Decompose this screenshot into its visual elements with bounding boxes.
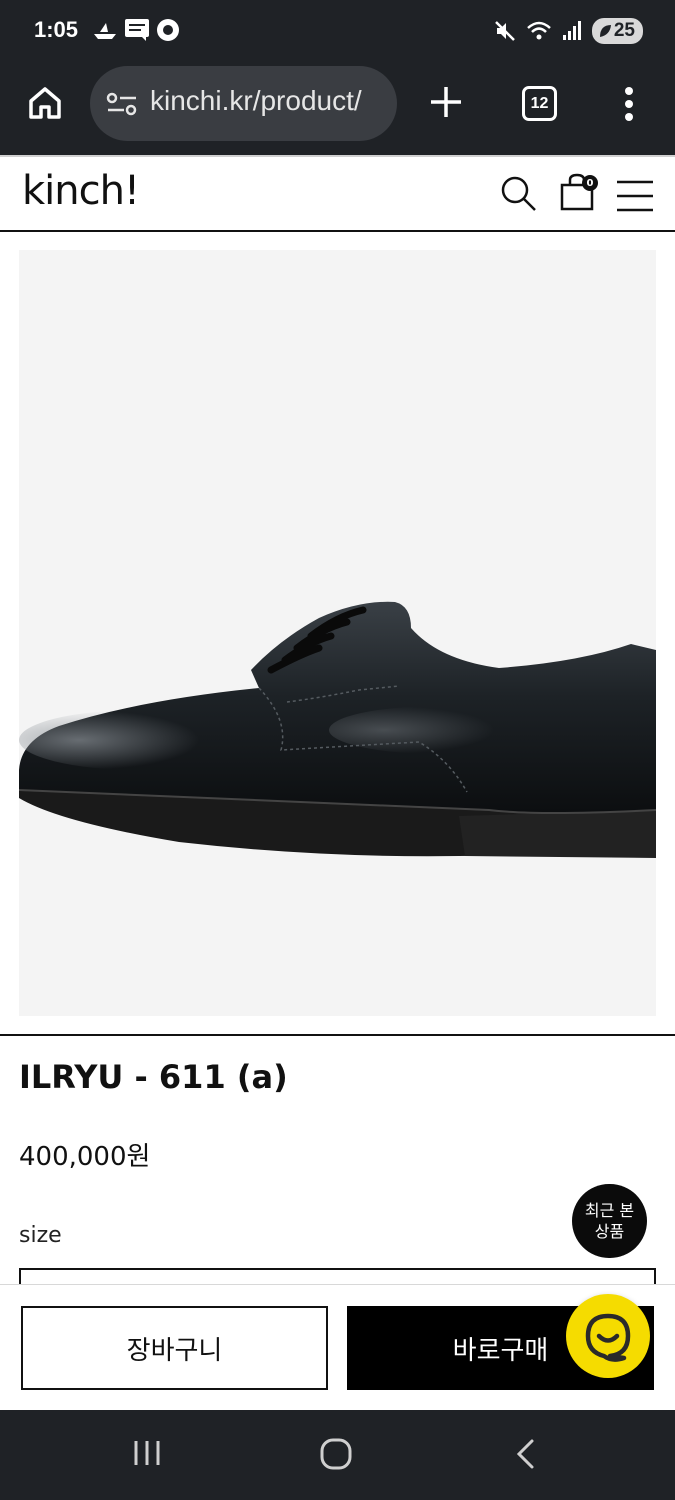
recents-icon[interactable] bbox=[132, 1438, 162, 1468]
signal-icon bbox=[562, 21, 581, 40]
section-divider bbox=[0, 1034, 675, 1036]
product-price: 400,000원 bbox=[19, 1142, 151, 1172]
browser-toolbar: kinchi.kr/product/ 12 bbox=[0, 62, 675, 155]
address-bar[interactable]: kinchi.kr/product/ bbox=[90, 66, 397, 141]
wifi-icon bbox=[527, 21, 551, 40]
menu-icon[interactable] bbox=[616, 179, 654, 213]
battery-level: 25 bbox=[613, 20, 635, 41]
cart-count-badge: 0 bbox=[582, 175, 598, 191]
more-icon[interactable] bbox=[622, 86, 636, 122]
add-to-cart-button[interactable]: 장바구니 bbox=[21, 1306, 328, 1390]
back-icon[interactable] bbox=[514, 1438, 538, 1470]
recent-items-line2: 상품 bbox=[594, 1222, 625, 1241]
chat-icon bbox=[585, 1313, 631, 1362]
shoe-image bbox=[19, 601, 656, 858]
chat-button[interactable] bbox=[566, 1294, 650, 1378]
new-tab-icon[interactable] bbox=[428, 84, 464, 120]
battery-saver-icon bbox=[599, 25, 611, 37]
record-icon bbox=[157, 19, 179, 41]
home-icon[interactable] bbox=[26, 84, 64, 122]
message-icon bbox=[125, 19, 149, 41]
url-text[interactable]: kinchi.kr/product/ bbox=[150, 85, 382, 117]
recent-items-button[interactable]: 최근 본 상품 bbox=[572, 1184, 647, 1258]
tab-count: 12 bbox=[530, 94, 549, 112]
mute-icon bbox=[494, 21, 515, 41]
boat-icon bbox=[94, 23, 116, 39]
home-nav-icon[interactable] bbox=[320, 1438, 352, 1470]
status-time: 1:05 bbox=[34, 17, 79, 42]
tabs-icon[interactable]: 12 bbox=[522, 86, 557, 121]
product-image[interactable] bbox=[19, 250, 656, 1016]
battery-indicator: 25 bbox=[591, 18, 643, 44]
site-header: kinch! 0 bbox=[0, 155, 675, 232]
site-logo[interactable]: kinch! bbox=[22, 168, 140, 214]
product-name: ILRYU - 611 (a) bbox=[19, 1058, 288, 1096]
size-label: size bbox=[19, 1223, 62, 1248]
recent-items-line1: 최근 본 bbox=[584, 1201, 635, 1220]
site-settings-icon[interactable] bbox=[106, 92, 138, 116]
system-nav-bar bbox=[0, 1410, 675, 1500]
status-bar: 1:05 25 bbox=[0, 0, 675, 62]
search-icon[interactable] bbox=[500, 175, 538, 213]
